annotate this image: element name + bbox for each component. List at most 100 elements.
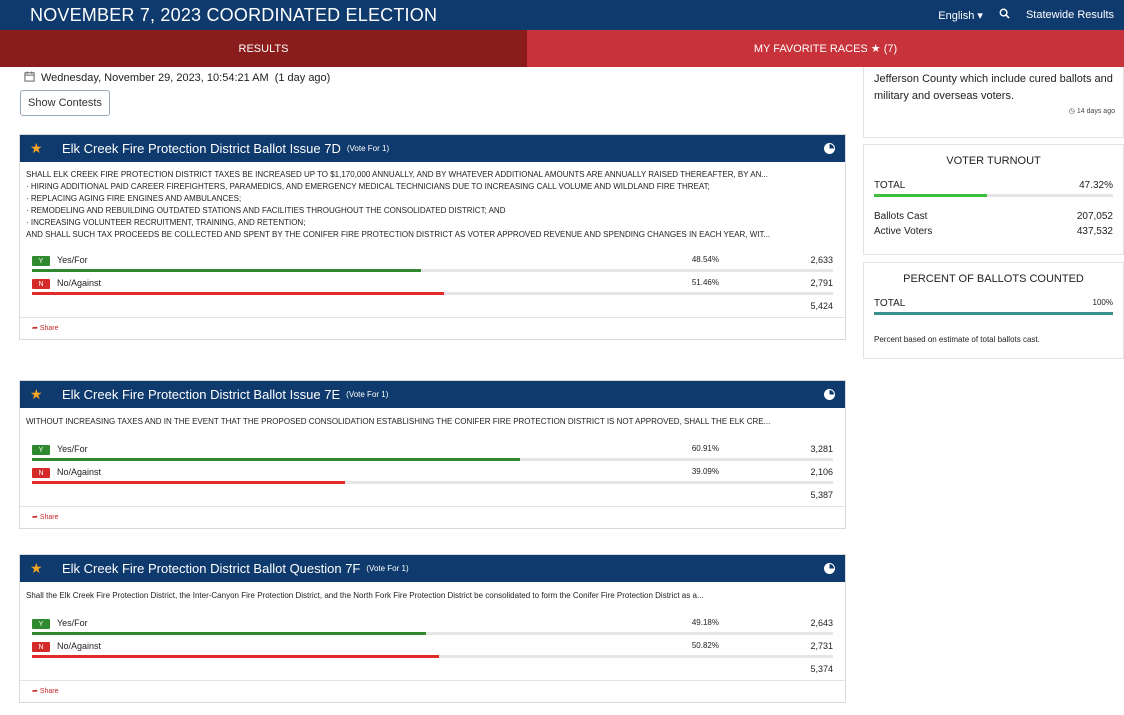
contest-header: ★ Elk Creek Fire Protection District Bal… — [20, 381, 845, 408]
vote-for-label: (Vote For 1) — [346, 390, 389, 399]
result-bar-fill — [32, 655, 440, 658]
turnout-bar-fill — [874, 194, 988, 197]
choice-badge: N — [32, 279, 50, 289]
tab-my-favorite-races[interactable]: MY FAVORITE RACES ★ (7) — [527, 30, 1124, 67]
result-bar — [32, 458, 833, 461]
turnout-total-row: TOTAL 47.32% — [864, 180, 1123, 191]
share-icon: ➦ — [32, 325, 38, 332]
ballots-counted-card: PERCENT OF BALLOTS COUNTED TOTAL 100% Pe… — [863, 262, 1124, 359]
active-voters-label: Active Voters — [874, 226, 933, 237]
counted-total-label: TOTAL — [874, 298, 906, 309]
choice-percent: 60.91% — [691, 444, 719, 453]
result-bar — [32, 632, 833, 635]
search-icon[interactable] — [999, 8, 1010, 22]
share-icon: ➦ — [32, 688, 38, 695]
choice-row-yes: Y Yes/For 60.91% 3,281 — [32, 440, 833, 463]
choice-votes: 2,643 — [810, 618, 833, 628]
contest-title[interactable]: Elk Creek Fire Protection District Ballo… — [62, 561, 360, 576]
show-contests-button[interactable]: Show Contests — [20, 90, 110, 116]
choice-badge: N — [32, 468, 50, 478]
share-link[interactable]: ➦ Share — [20, 680, 845, 702]
total-votes: 5,374 — [810, 664, 833, 674]
turnout-total-label: TOTAL — [874, 180, 906, 191]
top-bar: NOVEMBER 7, 2023 COORDINATED ELECTION En… — [0, 0, 1124, 30]
choice-percent: 49.18% — [691, 618, 719, 627]
active-voters-value: 437,532 — [1076, 226, 1113, 237]
sidebar-note-card: Jefferson County which include cured bal… — [863, 67, 1124, 138]
choice-percent: 39.09% — [691, 467, 719, 476]
choice-row-yes: Y Yes/For 48.54% 2,633 — [32, 251, 833, 274]
choice-badge: Y — [32, 445, 50, 455]
favorite-star-icon[interactable]: ★ — [30, 140, 50, 157]
tab-results[interactable]: RESULTS — [0, 30, 527, 67]
share-label: Share — [39, 514, 59, 521]
turnout-total-value: 47.32% — [1079, 180, 1113, 191]
result-bar — [32, 481, 833, 484]
choice-votes: 3,281 — [810, 444, 833, 454]
ballots-cast-row: Ballots Cast 207,052 — [864, 211, 1123, 222]
note-timestamp: ◷ 14 days ago — [864, 105, 1123, 119]
counted-total-value: 100% — [1092, 298, 1113, 307]
description-line: SHALL ELK CREEK FIRE PROTECTION DISTRICT… — [26, 170, 769, 179]
total-row: 5,387 — [32, 486, 833, 506]
contest-title[interactable]: Elk Creek Fire Protection District Ballo… — [62, 387, 340, 402]
share-icon: ➦ — [32, 514, 38, 521]
updated-ago: (1 day ago) — [274, 72, 331, 84]
counted-bar — [874, 312, 1113, 315]
result-bar-fill — [32, 632, 426, 635]
vote-for-label: (Vote For 1) — [346, 144, 390, 153]
contest-header: ★ Elk Creek Fire Protection District Bal… — [20, 555, 845, 582]
contest-card: ★ Elk Creek Fire Protection District Bal… — [19, 380, 846, 529]
description-line: · REPLACING AGING FIRE ENGINES AND AMBUL… — [26, 194, 242, 203]
pie-chart-icon[interactable] — [824, 389, 835, 400]
description-line: · REMODELING AND REBUILDING OUTDATED STA… — [26, 206, 506, 215]
counted-note: Percent based on estimate of total ballo… — [874, 335, 1040, 344]
choice-row-no: N No/Against 50.82% 2,731 — [32, 637, 833, 660]
last-updated: Wednesday, November 29, 2023, 10:54:21 A… — [24, 71, 330, 85]
share-label: Share — [39, 688, 59, 695]
choice-row-no: N No/Against 51.46% 2,791 — [32, 274, 833, 297]
description-line: · HIRING ADDITIONAL PAID CAREER FIREFIGH… — [26, 182, 710, 191]
language-dropdown[interactable]: English ▾ — [938, 9, 983, 22]
favorite-star-icon[interactable]: ★ — [30, 560, 50, 577]
choice-label: No/Against — [57, 467, 102, 477]
choice-percent: 51.46% — [691, 278, 719, 287]
contest-title[interactable]: Elk Creek Fire Protection District Ballo… — [62, 141, 341, 156]
contest-card: ★ Elk Creek Fire Protection District Bal… — [19, 554, 846, 703]
pie-chart-icon[interactable] — [824, 143, 835, 154]
choice-label: No/Against — [57, 641, 102, 651]
contest-card: ★ Elk Creek Fire Protection District Bal… — [19, 134, 846, 340]
language-label: English — [938, 9, 975, 22]
voter-turnout-title: VOTER TURNOUT — [946, 155, 1041, 167]
share-link[interactable]: ➦ Share — [20, 506, 845, 528]
contest-description: Shall the Elk Creek Fire Protection Dist… — [20, 582, 845, 602]
choice-label: No/Against — [57, 278, 102, 288]
result-bar-fill — [32, 292, 445, 295]
statewide-results-link[interactable]: Statewide Results — [1026, 9, 1114, 21]
contest-header: ★ Elk Creek Fire Protection District Bal… — [20, 135, 845, 162]
vote-for-label: (Vote For 1) — [366, 564, 409, 573]
favorite-star-icon[interactable]: ★ — [30, 386, 50, 403]
result-bar-fill — [32, 269, 421, 272]
description-line: AND SHALL SUCH TAX PROCEEDS BE COLLECTED… — [26, 230, 771, 239]
choice-votes: 2,633 — [810, 255, 833, 265]
ballots-cast-value: 207,052 — [1076, 211, 1113, 222]
updated-timestamp: Wednesday, November 29, 2023, 10:54:21 A… — [41, 72, 269, 84]
active-voters-row: Active Voters 437,532 — [864, 226, 1123, 237]
choice-label: Yes/For — [57, 444, 88, 454]
total-votes: 5,387 — [810, 490, 833, 500]
total-row: 5,374 — [32, 660, 833, 680]
choice-badge: Y — [32, 256, 50, 266]
chevron-down-icon: ▾ — [977, 9, 983, 22]
choice-votes: 2,731 — [810, 641, 833, 651]
total-row: 5,424 — [32, 297, 833, 317]
pie-chart-icon[interactable] — [824, 563, 835, 574]
sidebar-note-text: Jefferson County which include cured bal… — [874, 73, 1113, 102]
result-bar — [32, 269, 833, 272]
result-bar-fill — [32, 458, 520, 461]
choice-percent: 50.82% — [691, 641, 719, 650]
voter-turnout-card: VOTER TURNOUT TOTAL 47.32% Ballots Cast … — [863, 144, 1124, 255]
description-line: Shall the Elk Creek Fire Protection Dist… — [26, 591, 704, 600]
result-bar — [32, 655, 833, 658]
share-link[interactable]: ➦ Share — [20, 317, 845, 339]
